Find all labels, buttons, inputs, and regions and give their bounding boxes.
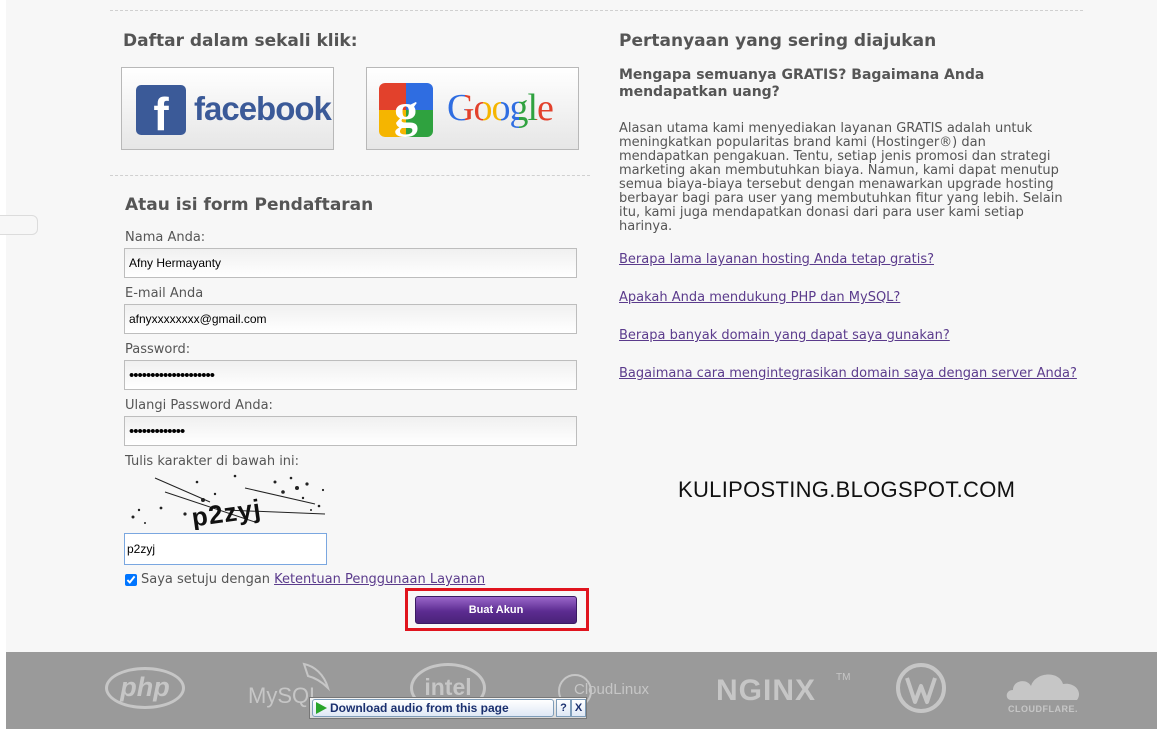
password-repeat-label: Ulangi Password Anda:	[125, 398, 273, 413]
facebook-label: facebook	[194, 90, 332, 127]
help-button[interactable]: ?	[556, 699, 571, 717]
create-account-button[interactable]: Buat Akun	[415, 596, 577, 624]
password-input[interactable]	[124, 360, 577, 390]
email-label: E-mail Anda	[125, 286, 204, 301]
faq-link-php-mysql[interactable]: Apakah Anda mendukung PHP dan MySQL?	[619, 290, 900, 305]
play-icon	[316, 702, 327, 714]
cloudflare-icon	[1006, 674, 1080, 700]
php-logo: php	[105, 667, 185, 709]
wordpress-icon	[896, 663, 946, 713]
google-icon: g	[379, 83, 433, 137]
faq-title: Pertanyaan yang sering diajukan	[619, 31, 937, 51]
google-label-text: Google	[447, 87, 554, 129]
nginx-logo: NGINX	[716, 674, 817, 707]
download-audio-label: Download audio from this page	[330, 701, 509, 715]
facebook-icon: f	[136, 85, 186, 135]
google-glyph: g	[394, 85, 418, 137]
password-label: Password:	[125, 342, 191, 357]
side-tab[interactable]	[0, 215, 38, 235]
watermark-text: KULIPOSTING.BLOGSPOT.COM	[678, 477, 1016, 502]
form-divider	[110, 175, 590, 176]
terms-checkbox[interactable]	[125, 573, 137, 586]
close-button[interactable]: X	[571, 699, 586, 717]
top-divider	[110, 10, 1083, 11]
download-audio-bar: Download audio from this page ? X	[309, 697, 587, 719]
terms-link[interactable]: Ketentuan Penggunaan Layanan	[274, 572, 485, 587]
google-label: Google	[447, 86, 554, 130]
password-repeat-input[interactable]	[124, 416, 577, 446]
quick-signup-title: Daftar dalam sekali klik:	[123, 31, 358, 51]
terms-agreement: Saya setuju dengan Ketentuan Penggunaan …	[125, 572, 485, 587]
captcha-text: p2zyj	[190, 493, 264, 530]
captcha-label: Tulis karakter di bawah ini:	[125, 454, 300, 469]
name-input[interactable]	[124, 248, 577, 278]
captcha-input[interactable]	[124, 533, 327, 565]
captcha-image: p2zyj	[131, 474, 326, 530]
facebook-signup-button[interactable]: f facebook	[121, 67, 334, 150]
faq-link-domain-integration[interactable]: Bagaimana cara mengintegrasikan domain s…	[619, 366, 1077, 381]
faq-answer: Alasan utama kami menyediakan layanan GR…	[619, 121, 1063, 234]
email-input[interactable]	[124, 304, 577, 334]
dolphin-icon	[302, 662, 331, 692]
nginx-trademark: TM	[836, 672, 851, 683]
form-title: Atau isi form Pendaftaran	[125, 195, 374, 215]
faq-question: Mengapa semuanya GRATIS? Bagaimana Anda …	[619, 67, 985, 100]
faq-link-domain-count[interactable]: Berapa banyak domain yang dapat saya gun…	[619, 328, 950, 343]
agree-text: Saya setuju dengan	[141, 572, 271, 587]
cloudlinux-logo: CloudLinux	[574, 681, 650, 698]
google-signup-button[interactable]: g Google	[366, 67, 579, 150]
faq-link-hosting-duration[interactable]: Berapa lama layanan hosting Anda tetap g…	[619, 252, 934, 267]
name-label: Nama Anda:	[125, 230, 206, 245]
cloudflare-logo: CLOUDFLARE.	[1008, 704, 1078, 714]
download-audio-button[interactable]: Download audio from this page	[312, 699, 554, 717]
